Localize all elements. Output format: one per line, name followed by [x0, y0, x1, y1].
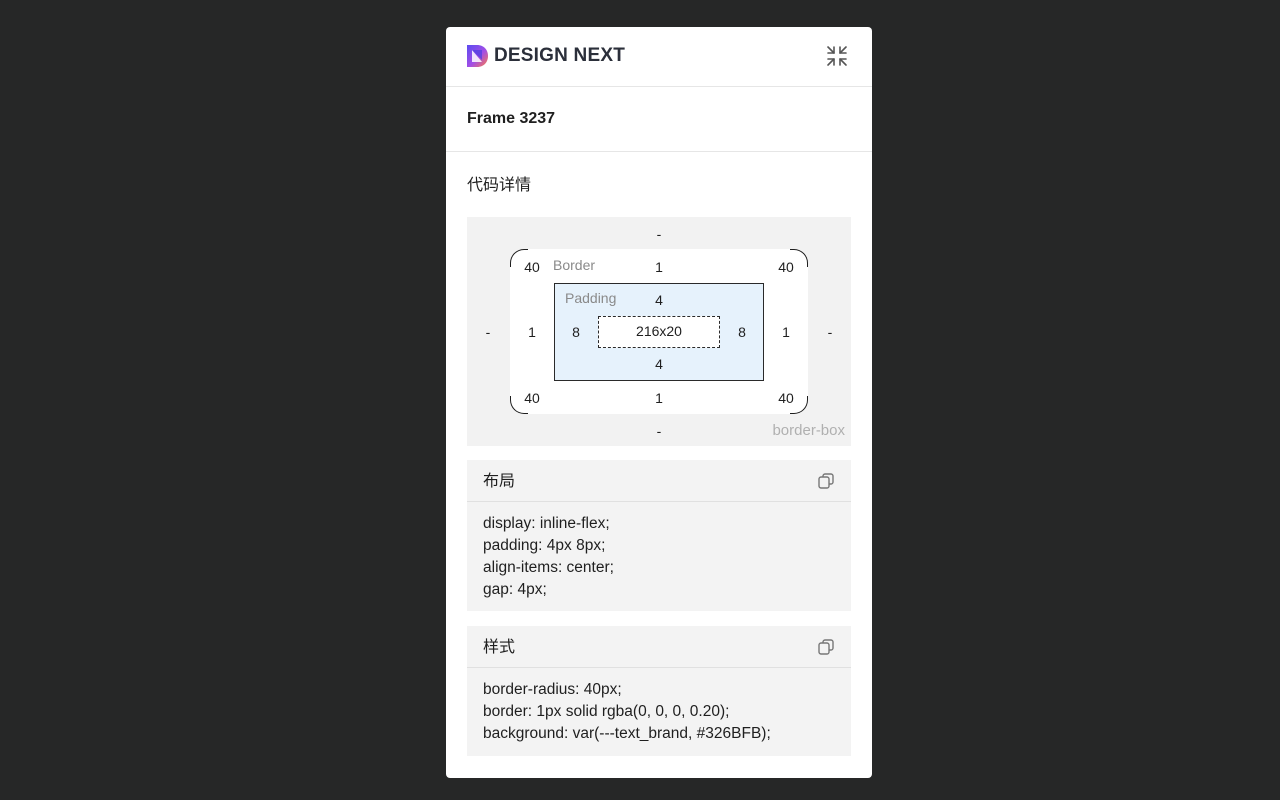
border-bottom: 1	[655, 390, 663, 406]
padding-left: 8	[572, 324, 580, 340]
code-line: padding: 4px 8px;	[483, 537, 606, 554]
margin-left: -	[485, 324, 491, 340]
border-left: 1	[528, 324, 536, 340]
border-right: 1	[782, 324, 790, 340]
code-inspector-panel: DESIGN NEXT Frame 3237 代码详情 - - - - 40 4…	[446, 27, 872, 778]
margin-right: -	[827, 324, 833, 340]
code-line: display: inline-flex;	[483, 515, 610, 532]
layout-code-body: display: inline-flex; padding: 4px 8px; …	[467, 502, 851, 601]
layout-title: 布局	[483, 471, 516, 490]
radius-bottom-right: 40	[778, 390, 794, 406]
layout-code-header: 布局	[467, 460, 851, 502]
code-line: background: var(---text_brand, #326BFB);	[483, 725, 771, 742]
box-sizing-label: border-box	[772, 422, 845, 439]
padding-bottom: 4	[655, 356, 663, 372]
content-box: 216x20	[598, 316, 720, 348]
code-line: gap: 4px;	[483, 581, 547, 598]
radius-top-left: 40	[524, 259, 540, 275]
border-label: Border	[553, 257, 596, 273]
code-line: align-items: center;	[483, 559, 614, 576]
code-line: border: 1px solid rgba(0, 0, 0, 0.20);	[483, 703, 730, 720]
style-title: 样式	[483, 637, 516, 656]
style-code-card: 样式 border-radius: 40px; border: 1px soli…	[467, 626, 851, 756]
frame-name: Frame 3237	[467, 110, 556, 127]
frame-row: Frame 3237	[446, 87, 872, 152]
margin-bottom: -	[656, 423, 662, 439]
box-model-diagram: - - - - 40 40 40 40 Border 1 1 1 1 Paddi…	[467, 217, 851, 446]
radius-bottom-left: 40	[524, 390, 540, 406]
collapse-icon[interactable]	[826, 45, 848, 67]
panel-header: DESIGN NEXT	[446, 27, 872, 87]
padding-label: Padding	[565, 290, 617, 306]
radius-top-right: 40	[778, 259, 794, 275]
brand-name: DESIGN NEXT	[494, 45, 625, 66]
layout-code-card: 布局 display: inline-flex; padding: 4px 8p…	[467, 460, 851, 611]
design-next-logo-icon	[467, 45, 488, 67]
border-top: 1	[655, 259, 663, 275]
style-code-header: 样式	[467, 626, 851, 668]
code-line: border-radius: 40px;	[483, 681, 622, 698]
copy-icon[interactable]	[816, 637, 836, 657]
code-details-title: 代码详情	[467, 175, 532, 194]
style-code-body: border-radius: 40px; border: 1px solid r…	[467, 668, 851, 745]
padding-right: 8	[738, 324, 746, 340]
copy-icon[interactable]	[816, 471, 836, 491]
padding-top: 4	[655, 292, 663, 308]
margin-top: -	[656, 226, 662, 242]
